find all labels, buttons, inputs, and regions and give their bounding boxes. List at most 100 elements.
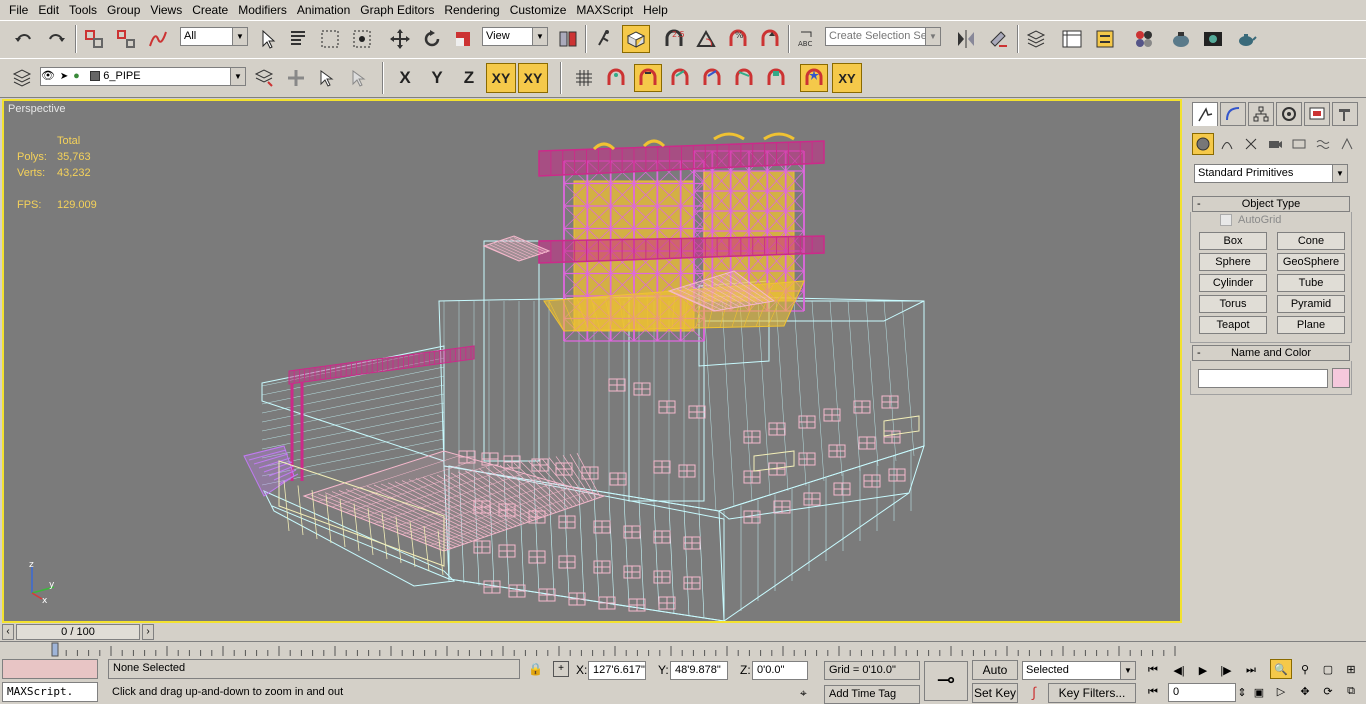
undo-button[interactable] (10, 25, 38, 53)
maxscript-listener-pink[interactable] (2, 659, 98, 679)
material-editor-button[interactable] (1130, 25, 1158, 53)
snap-endpoint-button[interactable] (666, 64, 694, 92)
orbit-button[interactable]: ⟳ (1317, 681, 1339, 701)
menu-graph-editors[interactable]: Graph Editors (355, 0, 439, 20)
field-of-view-button[interactable]: ▷ (1270, 681, 1292, 701)
object-color-swatch[interactable] (1332, 368, 1350, 388)
time-configuration-button[interactable]: ▣ (1248, 682, 1270, 702)
primitive-teapot-button[interactable]: Teapot (1199, 316, 1267, 334)
rendered-frame-window-button[interactable] (1199, 25, 1227, 53)
y-coord-field[interactable]: 48'9.878" (670, 661, 728, 680)
tab-display[interactable] (1304, 102, 1330, 126)
set-key-button[interactable]: Set Key (972, 683, 1018, 703)
track-bar[interactable] (0, 641, 1366, 657)
percent-snap-toggle-button[interactable]: % (724, 25, 752, 53)
snaps-grid-button[interactable] (570, 64, 598, 92)
menu-modifiers[interactable]: Modifiers (233, 0, 292, 20)
menu-animation[interactable]: Animation (292, 0, 355, 20)
restrict-xy-plane-alt-button[interactable]: XY (518, 63, 548, 93)
menu-tools[interactable]: Tools (64, 0, 102, 20)
primitive-pyramid-button[interactable]: Pyramid (1277, 295, 1345, 313)
pan-view-button[interactable]: ✥ (1294, 681, 1316, 701)
play-button[interactable]: ▶ (1192, 660, 1214, 680)
geometry-category-button[interactable] (1192, 133, 1214, 155)
restrict-y-button[interactable]: Y (422, 63, 452, 93)
key-mode-toggle[interactable]: ⏮ (1142, 682, 1164, 702)
key-tangent-icon[interactable]: ∫ (1024, 684, 1044, 704)
previous-frame-button[interactable]: ◀| (1168, 660, 1190, 680)
snap-vertex-button[interactable] (634, 64, 662, 92)
current-layer-dropdown[interactable]: 👁 ➤ ● 6_PIPE ▼ (40, 67, 246, 86)
reference-coordinate-dropdown[interactable]: View ▼ (482, 27, 548, 46)
current-frame-field[interactable]: 0 (1168, 683, 1236, 702)
select-and-manipulate-button[interactable] (590, 25, 618, 53)
snap-xy-button[interactable]: XY (832, 63, 862, 93)
systems-category-button[interactable] (1336, 133, 1358, 155)
autogrid-checkbox-box[interactable] (1220, 214, 1232, 226)
zoom-all-button[interactable]: ⚲ (1294, 659, 1316, 679)
snap-pivot-button[interactable] (602, 64, 630, 92)
tab-modify[interactable] (1220, 102, 1246, 126)
snap-options-button[interactable] (800, 64, 828, 92)
layer-manager-button[interactable] (1022, 25, 1050, 53)
object-name-field[interactable] (1198, 369, 1328, 388)
select-and-scale-button[interactable] (449, 25, 477, 53)
menu-help[interactable]: Help (638, 0, 673, 20)
select-by-name-button[interactable] (285, 25, 313, 53)
x-coord-field[interactable]: 127'6.617" (588, 661, 646, 680)
goto-start-button[interactable]: ⏮ (1142, 660, 1164, 680)
primitive-tube-button[interactable]: Tube (1277, 274, 1345, 292)
zoom-button[interactable]: 🔍 (1270, 659, 1292, 679)
primitive-category-dropdown[interactable]: Standard Primitives ▼ (1194, 164, 1348, 183)
bind-to-space-warp-button[interactable] (144, 25, 172, 53)
add-time-tag-button[interactable]: Add Time Tag (824, 685, 920, 704)
primitive-torus-button[interactable]: Torus (1199, 295, 1267, 313)
unlink-selection-button[interactable] (112, 25, 140, 53)
perspective-viewport[interactable]: Perspective Total Polys: 35,763 Verts: 43,… (2, 99, 1182, 623)
menu-group[interactable]: Group (102, 0, 145, 20)
angle-snap-toggle-button[interactable] (692, 25, 720, 53)
select-and-link-button[interactable] (80, 25, 108, 53)
snap-edge-button[interactable] (730, 64, 758, 92)
select-in-layer-button[interactable] (313, 64, 341, 92)
create-layer-button[interactable] (250, 64, 278, 92)
snap-face-button[interactable] (762, 64, 790, 92)
menu-file[interactable]: File (4, 0, 33, 20)
tab-utilities[interactable] (1332, 102, 1358, 126)
select-and-move-button[interactable] (386, 25, 414, 53)
menu-edit[interactable]: Edit (33, 0, 64, 20)
menu-views[interactable]: Views (145, 0, 187, 20)
primitive-plane-button[interactable]: Plane (1277, 316, 1345, 334)
tab-hierarchy[interactable] (1248, 102, 1274, 126)
lock-icon[interactable]: 🔒 (528, 662, 543, 676)
edit-named-selection-sets-button[interactable]: ABC (793, 25, 821, 53)
window-crossing-button[interactable] (348, 25, 376, 53)
named-selection-sets-dropdown[interactable]: Create Selection Set ▼ (825, 27, 941, 46)
name-color-rollout-header[interactable]: - Name and Color (1192, 345, 1350, 361)
restrict-x-button[interactable]: X (390, 63, 420, 93)
primitive-box-button[interactable]: Box (1199, 232, 1267, 250)
redo-button[interactable] (42, 25, 70, 53)
spinner-snap-toggle-button[interactable] (756, 25, 784, 53)
keyboard-shortcut-override-button[interactable] (622, 25, 650, 53)
menu-maxscript[interactable]: MAXScript (571, 0, 638, 20)
time-slider-prev-button[interactable]: ‹ (2, 624, 14, 640)
maximize-viewport-button[interactable]: ⧉ (1340, 681, 1362, 701)
set-key-big-button[interactable]: ⊸ (924, 661, 968, 701)
tab-motion[interactable] (1276, 102, 1302, 126)
schematic-view-button[interactable] (1091, 25, 1119, 53)
align-button[interactable] (984, 25, 1012, 53)
next-frame-button[interactable]: |▶ (1215, 660, 1237, 680)
restrict-xy-plane-button[interactable]: XY (486, 63, 516, 93)
use-pivot-center-button[interactable] (554, 25, 582, 53)
curve-editor-button[interactable] (1058, 25, 1086, 53)
primitive-cylinder-button[interactable]: Cylinder (1199, 274, 1267, 292)
auto-key-button[interactable]: Auto Key (972, 660, 1018, 695)
viewport-label[interactable]: Perspective (8, 103, 65, 115)
maxscript-mini-listener[interactable]: MAXScript. (2, 682, 98, 702)
absolute-mode-icon[interactable]: + (553, 661, 569, 677)
select-and-rotate-button[interactable] (418, 25, 446, 53)
menu-create[interactable]: Create (187, 0, 233, 20)
z-coord-field[interactable]: 0'0.0" (752, 661, 808, 680)
layer-manager-button[interactable] (8, 64, 36, 92)
